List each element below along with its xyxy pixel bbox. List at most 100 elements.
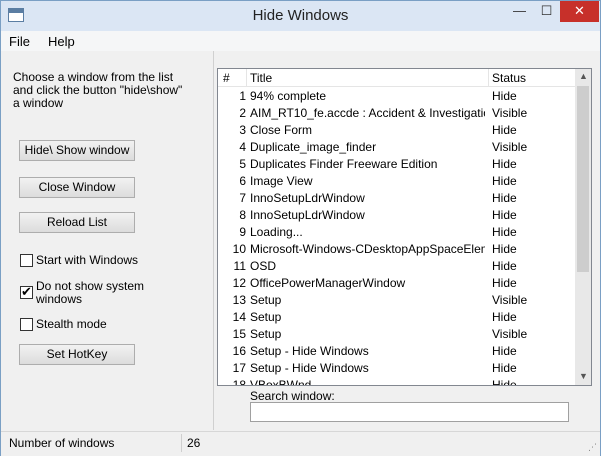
list-row[interactable]: 18 VBoxBWnd Hide: [218, 376, 575, 386]
menu-bar: File Help: [1, 31, 600, 51]
row-status: Hide: [492, 208, 517, 222]
list-row[interactable]: 1 94% complete Hide: [218, 87, 575, 104]
row-status: Hide: [492, 276, 517, 290]
start-with-windows-label: Start with Windows: [36, 253, 139, 267]
scroll-thumb[interactable]: [577, 86, 589, 272]
row-title: 94% complete: [250, 89, 327, 103]
list-row[interactable]: 6 Image View Hide: [218, 172, 575, 189]
list-row[interactable]: 11 OSD Hide: [218, 257, 575, 274]
row-status: Hide: [492, 89, 517, 103]
panel-divider: [213, 51, 214, 430]
vertical-scrollbar[interactable]: ▲ ▼: [575, 69, 591, 385]
row-num: 11: [233, 259, 246, 273]
stealth-mode-label: Stealth mode: [36, 317, 107, 331]
set-hotkey-button[interactable]: Set HotKey: [19, 344, 135, 365]
column-header-status[interactable]: Status: [492, 71, 526, 85]
title-bar[interactable]: Hide Windows — ☐ ✕: [1, 1, 600, 31]
row-status: Visible: [492, 327, 528, 341]
row-status: Hide: [492, 191, 517, 205]
list-row[interactable]: 9 Loading... Hide: [218, 223, 575, 240]
list-row[interactable]: 15 Setup Visible: [218, 325, 575, 342]
row-num: 1: [239, 89, 246, 103]
row-num: 5: [239, 157, 246, 171]
column-divider[interactable]: [246, 69, 247, 86]
list-row[interactable]: 10 Microsoft-Windows-CDesktopAppSpaceElem…: [218, 240, 575, 257]
row-status: Hide: [492, 242, 517, 256]
row-title: InnoSetupLdrWindow: [250, 208, 365, 222]
list-row[interactable]: 3 Close Form Hide: [218, 121, 575, 138]
row-num: 6: [239, 174, 246, 188]
menu-help[interactable]: Help: [48, 34, 75, 49]
search-label: Search window:: [250, 389, 335, 403]
row-title: VBoxBWnd: [250, 378, 312, 386]
column-header-title[interactable]: Title: [250, 71, 272, 85]
row-num: 8: [239, 208, 246, 222]
scroll-down-icon[interactable]: ▼: [579, 371, 588, 381]
start-with-windows-checkbox[interactable]: [20, 254, 33, 267]
reload-list-button[interactable]: Reload List: [19, 212, 135, 233]
row-title: InnoSetupLdrWindow: [250, 191, 365, 205]
list-header: # Title Status: [218, 69, 575, 87]
close-button[interactable]: ✕: [560, 1, 599, 22]
status-divider: [181, 434, 182, 452]
row-status: Visible: [492, 140, 528, 154]
hide-system-windows-label: Do not show system windows: [36, 279, 145, 306]
menu-file[interactable]: File: [9, 34, 30, 49]
list-row[interactable]: 8 InnoSetupLdrWindow Hide: [218, 206, 575, 223]
row-title: Image View: [250, 174, 313, 188]
row-title: OfficePowerManagerWindow: [250, 276, 406, 290]
row-num: 16: [232, 344, 246, 358]
row-num: 12: [232, 276, 246, 290]
column-header-num[interactable]: #: [223, 71, 230, 85]
list-row[interactable]: 12 OfficePowerManagerWindow Hide: [218, 274, 575, 291]
row-title: Setup - Hide Windows: [250, 361, 369, 375]
maximize-button[interactable]: ☐: [533, 1, 560, 22]
row-title: Microsoft-Windows-CDesktopAppSpaceElemen…: [250, 242, 485, 256]
row-title: OSD: [250, 259, 277, 273]
minimize-button[interactable]: —: [506, 1, 533, 22]
list-row[interactable]: 5 Duplicates Finder Freeware Edition Hide: [218, 155, 575, 172]
hide-show-button[interactable]: Hide\ Show window: [19, 140, 135, 161]
resize-grip-icon[interactable]: ⋰: [588, 442, 597, 453]
list-row[interactable]: 17 Setup - Hide Windows Hide: [218, 359, 575, 376]
row-status: Hide: [492, 174, 517, 188]
row-status: Hide: [492, 157, 517, 171]
list-row[interactable]: 16 Setup - Hide Windows Hide: [218, 342, 575, 359]
close-window-button[interactable]: Close Window: [19, 177, 135, 198]
search-input[interactable]: [250, 402, 569, 422]
row-num: 4: [239, 140, 246, 154]
row-title: Setup: [250, 310, 282, 324]
list-row[interactable]: 14 Setup Hide: [218, 308, 575, 325]
windows-list[interactable]: # Title Status 1 94% complete Hide 2 AIM_RT…: [217, 68, 592, 386]
row-title: Setup: [250, 327, 282, 341]
window-count-label: Number of windows: [9, 436, 115, 450]
left-panel: Choose a window from the list and click …: [1, 51, 213, 428]
row-num: 3: [239, 123, 246, 137]
stealth-mode-checkbox[interactable]: [20, 318, 33, 331]
row-title: Duplicate_image_finder: [250, 140, 377, 154]
column-divider[interactable]: [488, 69, 489, 86]
list-row[interactable]: 13 Setup Visible: [218, 291, 575, 308]
row-title: Setup: [250, 293, 282, 307]
instructions-text: Choose a window from the list and click …: [13, 70, 183, 110]
list-row[interactable]: 4 Duplicate_image_finder Visible: [218, 138, 575, 155]
status-bar: Number of windows 26 ⋰: [1, 431, 600, 456]
list-row[interactable]: 7 InnoSetupLdrWindow Hide: [218, 189, 575, 206]
row-num: 2: [239, 106, 246, 120]
row-title: Close Form: [250, 123, 313, 137]
row-title: Duplicates Finder Freeware Edition: [250, 157, 438, 171]
scroll-up-icon[interactable]: ▲: [579, 71, 588, 81]
window-count-value: 26: [187, 436, 201, 450]
row-status: Hide: [492, 378, 517, 386]
list-row[interactable]: 2 AIM_RT10_fe.accde : Accident & Investig…: [218, 104, 575, 121]
row-num: 14: [232, 310, 246, 324]
row-title: Loading...: [250, 225, 303, 239]
row-num: 15: [232, 327, 246, 341]
row-status: Hide: [492, 310, 517, 324]
hide-system-windows-checkbox[interactable]: ✔: [20, 285, 33, 299]
row-num: 18: [232, 378, 246, 386]
row-status: Hide: [492, 225, 517, 239]
row-num: 13: [232, 293, 246, 307]
row-status: Hide: [492, 344, 517, 358]
row-num: 9: [239, 225, 246, 239]
